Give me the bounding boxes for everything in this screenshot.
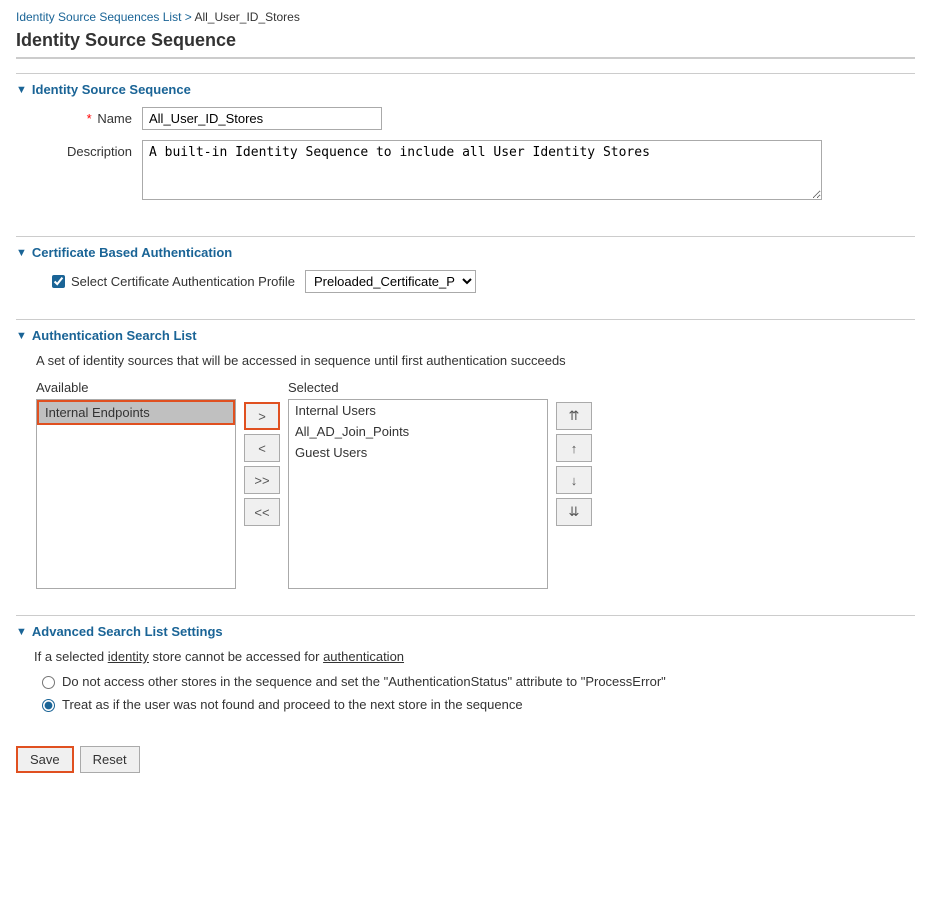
available-label: Available: [36, 380, 236, 395]
name-input[interactable]: [142, 107, 382, 130]
move-left-button[interactable]: <: [244, 434, 280, 462]
radio-row-1: Do not access other stores in the sequen…: [42, 674, 899, 689]
move-top-button[interactable]: ⇈: [556, 402, 592, 430]
breadcrumb-current: All_User_ID_Stores: [194, 10, 299, 24]
section-identity-title: Identity Source Sequence: [32, 82, 191, 97]
radio-process-error[interactable]: [42, 676, 55, 689]
section-identity-source-sequence: ▼ Identity Source Sequence * Name Descri…: [16, 73, 915, 220]
section-identity-header[interactable]: ▼ Identity Source Sequence: [16, 74, 915, 103]
section-advanced-header[interactable]: ▼ Advanced Search List Settings: [16, 616, 915, 645]
collapse-triangle-identity: ▼: [16, 84, 27, 96]
section-auth-body: A set of identity sources that will be a…: [16, 349, 915, 599]
description-label: Description: [32, 140, 142, 159]
section-certificate-auth: ▼ Certificate Based Authentication Selec…: [16, 236, 915, 303]
save-button[interactable]: Save: [16, 746, 74, 773]
radio-process-error-label: Do not access other stores in the sequen…: [62, 674, 666, 689]
available-list-wrapper: Available Internal Endpoints: [36, 380, 236, 589]
collapse-triangle-auth: ▼: [16, 330, 27, 342]
breadcrumb: Identity Source Sequences List > All_Use…: [16, 10, 915, 24]
order-buttons: ⇈ ↑ ↓ ⇊: [556, 402, 592, 526]
name-label: * Name: [32, 107, 142, 126]
available-item-internal-endpoints[interactable]: Internal Endpoints: [37, 400, 235, 425]
move-all-right-button[interactable]: >>: [244, 466, 280, 494]
reset-button[interactable]: Reset: [80, 746, 140, 773]
breadcrumb-link[interactable]: Identity Source Sequences List: [16, 10, 181, 24]
required-star: *: [87, 111, 92, 126]
selected-item-ad-join-points[interactable]: All_AD_Join_Points: [289, 421, 547, 442]
cert-profile-select[interactable]: Preloaded_Certificate_P: [305, 270, 476, 293]
section-advanced-title: Advanced Search List Settings: [32, 624, 223, 639]
section-advanced-body: If a selected identity store cannot be a…: [16, 645, 915, 730]
identity-underline: identity: [108, 649, 149, 664]
radio-not-found[interactable]: [42, 699, 55, 712]
name-row: * Name: [32, 107, 899, 130]
section-auth-search-list: ▼ Authentication Search List A set of id…: [16, 319, 915, 599]
auth-search-description: A set of identity sources that will be a…: [36, 353, 899, 368]
selected-item-internal-users[interactable]: Internal Users: [289, 400, 547, 421]
move-all-left-button[interactable]: <<: [244, 498, 280, 526]
collapse-triangle-cert: ▼: [16, 247, 27, 259]
cert-auth-label: Select Certificate Authentication Profil…: [71, 274, 295, 289]
available-list-box[interactable]: Internal Endpoints: [36, 399, 236, 589]
move-down-button[interactable]: ↓: [556, 466, 592, 494]
section-identity-body: * Name Description A built-in Identity S…: [16, 103, 915, 220]
cert-auth-checkbox[interactable]: [52, 275, 65, 288]
page-title: Identity Source Sequence: [16, 30, 915, 59]
advanced-description: If a selected identity store cannot be a…: [34, 649, 899, 664]
action-buttons: Save Reset: [16, 746, 915, 773]
cert-profile-row: Select Certificate Authentication Profil…: [52, 270, 899, 293]
collapse-triangle-advanced: ▼: [16, 626, 27, 638]
section-cert-title: Certificate Based Authentication: [32, 245, 232, 260]
auth-underline: authentication: [323, 649, 404, 664]
move-bottom-button[interactable]: ⇊: [556, 498, 592, 526]
section-advanced-search: ▼ Advanced Search List Settings If a sel…: [16, 615, 915, 730]
selected-item-guest-users[interactable]: Guest Users: [289, 442, 547, 463]
list-transfer-container: Available Internal Endpoints > < >> << S…: [36, 380, 899, 589]
selected-list-wrapper: Selected Internal Users All_AD_Join_Poin…: [288, 380, 548, 589]
section-auth-header[interactable]: ▼ Authentication Search List: [16, 320, 915, 349]
description-row: Description A built-in Identity Sequence…: [32, 140, 899, 200]
selected-list-box[interactable]: Internal Users All_AD_Join_Points Guest …: [288, 399, 548, 589]
move-up-button[interactable]: ↑: [556, 434, 592, 462]
transfer-buttons: > < >> <<: [244, 402, 280, 526]
selected-label: Selected: [288, 380, 548, 395]
description-textarea[interactable]: A built-in Identity Sequence to include …: [142, 140, 822, 200]
section-cert-body: Select Certificate Authentication Profil…: [16, 266, 915, 303]
radio-not-found-label: Treat as if the user was not found and p…: [62, 697, 523, 712]
radio-row-2: Treat as if the user was not found and p…: [42, 697, 899, 712]
section-auth-title: Authentication Search List: [32, 328, 197, 343]
move-right-button[interactable]: >: [244, 402, 280, 430]
section-cert-header[interactable]: ▼ Certificate Based Authentication: [16, 237, 915, 266]
